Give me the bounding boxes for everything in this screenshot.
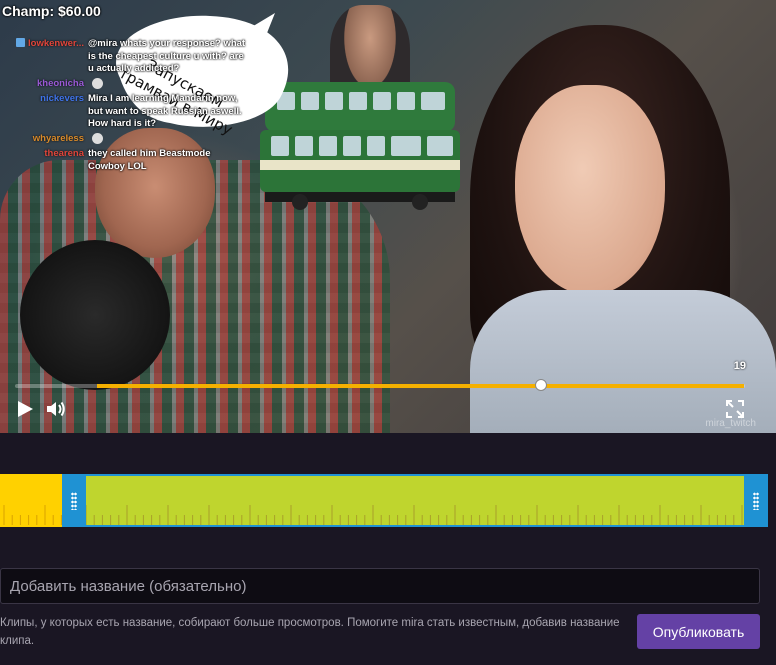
- seek-bar[interactable]: [15, 379, 745, 391]
- chat-message-text: @mira whats your response? what is the c…: [88, 38, 246, 74]
- video-frame-streamer-face: [515, 85, 665, 295]
- chat-message: nickevers Mira I am learning Mandarin now…: [0, 93, 250, 131]
- clip-range-selector[interactable]: [0, 474, 768, 527]
- champ-label: Champ: $60.00: [2, 3, 101, 19]
- chat-username-text: kheonicha: [37, 77, 84, 89]
- chat-message-text: [84, 132, 246, 147]
- fullscreen-icon: [726, 400, 744, 418]
- seek-bar-fill: [97, 384, 744, 388]
- video-player[interactable]: Запускаем трамвай в Миру Champ: $60.00 l…: [0, 0, 776, 433]
- chat-overlay: lowkenwer... @mira whats your response? w…: [0, 38, 250, 175]
- chat-username-text: lowkenwer...: [28, 38, 84, 49]
- chat-message-text: [84, 77, 246, 92]
- video-frame-microphone: [20, 240, 170, 390]
- chat-username: thearena: [0, 148, 84, 161]
- chat-username: lowkenwer...: [0, 38, 84, 51]
- chat-message: lowkenwer... @mira whats your response? w…: [0, 38, 250, 76]
- grip-icon: [753, 491, 759, 510]
- clip-range-ticks: [3, 505, 759, 525]
- fullscreen-button[interactable]: [726, 400, 744, 418]
- clip-title-input[interactable]: [0, 568, 760, 604]
- chat-message: kheonicha: [0, 77, 250, 92]
- chat-username-text: thearena: [44, 148, 84, 159]
- chat-username: whyareless: [0, 133, 84, 146]
- clip-start-handle[interactable]: [62, 474, 86, 527]
- stream-watermark: mira_twitch: [705, 418, 756, 429]
- volume-icon: [47, 401, 65, 417]
- clip-end-handle[interactable]: [744, 474, 768, 527]
- chat-username: nickevers: [0, 93, 84, 106]
- chat-emote-icon: [92, 77, 103, 89]
- seek-bar-handle[interactable]: [534, 379, 547, 391]
- title-hint: Клипы, у которых есть название, собирают…: [0, 617, 620, 647]
- chat-message-text: they called him Beastmode Cowboy LOL: [88, 148, 211, 172]
- chat-username-text: nickevers: [40, 93, 84, 104]
- timecode: 19: [733, 360, 746, 372]
- grip-icon: [71, 491, 77, 510]
- play-button[interactable]: [15, 400, 35, 418]
- volume-button[interactable]: [45, 400, 67, 418]
- subscriber-badge-icon: [16, 38, 26, 47]
- chat-message: thearena they called him Beastmode Cowboy…: [0, 148, 250, 173]
- chat-username: kheonicha: [0, 78, 84, 91]
- chat-username-text: whyareless: [32, 132, 84, 144]
- chat-message-text: Mira I am learning Mandarin now, but wan…: [88, 93, 242, 129]
- play-icon: [18, 401, 33, 417]
- publish-button[interactable]: Опубликовать: [637, 614, 760, 649]
- chat-emote-icon: [92, 132, 103, 144]
- chat-message: whyareless: [0, 132, 250, 147]
